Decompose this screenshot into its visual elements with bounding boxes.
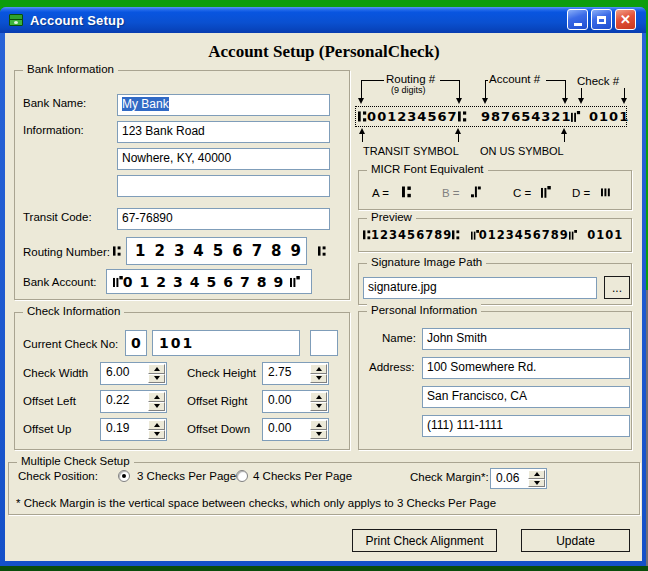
print-check-alignment-button[interactable]: Print Check Alignment	[352, 529, 497, 552]
transit-code-label: Transit Code:	[23, 211, 92, 223]
current-check-no-input[interactable]: 101	[152, 330, 300, 356]
page-title: Account Setup (PersonalCheck)	[0, 42, 648, 62]
content-layer: Account Setup (PersonalCheck) Bank Infor…	[0, 0, 648, 571]
down-arrow-button[interactable]	[148, 402, 165, 412]
transit-symbol-left-icon	[113, 246, 121, 256]
up-arrow-button[interactable]	[148, 392, 165, 402]
offset-up-spinner[interactable]: 0.19	[100, 418, 167, 441]
onus-symbol-caption: ON US SYMBOL	[480, 145, 564, 157]
check-margin-spinner[interactable]: 0.06	[490, 468, 547, 489]
micr-b-label: B =	[442, 187, 460, 199]
diagram-account-label: Account #	[489, 73, 540, 85]
micr-a-label: A =	[372, 187, 389, 199]
diagram-routing-label: Routing #	[386, 73, 435, 85]
address-line3-input[interactable]: (111) 111-1111	[422, 415, 630, 437]
check-margin-label: Check Margin*:	[410, 471, 489, 483]
offset-right-spinner[interactable]: 0.00	[262, 390, 329, 413]
check-margin-note: * Check Margin is the vertical space bet…	[16, 497, 496, 509]
offset-right-label: Offset Right	[187, 395, 248, 407]
down-arrow-button[interactable]	[310, 402, 327, 412]
offset-up-label: Offset Up	[23, 423, 71, 435]
check-height-spinner[interactable]: 2.75	[262, 362, 329, 385]
personal-information-label: Personal Information	[367, 304, 481, 316]
check-height-label: Check Height	[187, 367, 256, 379]
micr-sample-routing: 001234567	[358, 109, 467, 124]
name-input[interactable]: John Smith	[422, 328, 630, 350]
bank-name-label: Bank Name:	[23, 97, 86, 109]
micr-a-symbol	[402, 186, 412, 198]
browse-button[interactable]: ...	[604, 276, 630, 299]
micr-d-symbol	[601, 186, 611, 198]
bank-account-label: Bank Account:	[23, 276, 97, 288]
check-information-label: Check Information	[23, 305, 124, 317]
info-line3-input[interactable]	[117, 175, 330, 197]
address-label: Address:	[369, 361, 414, 373]
diagram-routing-sub: (9 digits)	[391, 85, 426, 95]
transit-code-input[interactable]: 67-76890	[117, 208, 330, 230]
down-arrow-button[interactable]	[148, 430, 165, 440]
micr-sample-account: 987654321	[481, 109, 581, 124]
option-4-checks-label: 4 Checks Per Page	[253, 470, 352, 482]
up-arrow-button[interactable]	[310, 364, 327, 374]
address-line1-input[interactable]: 100 Somewhere Rd.	[422, 357, 630, 379]
micr-c-label: C =	[513, 187, 531, 199]
up-arrow-button[interactable]	[148, 420, 165, 430]
transit-symbol-right-icon	[318, 246, 326, 256]
bank-name-input[interactable]: My Bank	[117, 94, 330, 116]
transit-symbol-caption: TRANSIT SYMBOL	[363, 145, 459, 157]
check-prefix-box[interactable]: 0	[125, 330, 147, 356]
micr-b-symbol	[471, 186, 481, 198]
preview-micr-line: 12345678901234567890101	[363, 228, 623, 242]
check-position-label: Check Position:	[18, 470, 98, 482]
routing-number-input[interactable]: 123456789	[126, 237, 307, 265]
bank-account-input[interactable]: 0123456789	[106, 269, 312, 294]
radio-4-checks[interactable]	[236, 470, 248, 482]
offset-down-label: Offset Down	[187, 423, 250, 435]
diagram-check-label: Check #	[577, 75, 619, 87]
up-arrow-button[interactable]	[310, 420, 327, 430]
down-arrow-button[interactable]	[310, 430, 327, 440]
micr-font-equivalent-group: MICR Font Equivalent	[358, 170, 632, 210]
micr-font-equivalent-label: MICR Font Equivalent	[367, 163, 488, 175]
name-label: Name:	[382, 332, 416, 344]
micr-d-label: D =	[572, 187, 590, 199]
preview-label: Preview	[367, 211, 416, 223]
offset-left-label: Offset Left	[23, 395, 76, 407]
update-button[interactable]: Update	[521, 529, 630, 552]
multiple-check-setup-label: Multiple Check Setup	[17, 455, 134, 467]
offset-left-spinner[interactable]: 0.22	[100, 390, 167, 413]
micr-sample-check: 0101	[589, 109, 629, 124]
signature-label: Signature Image Path	[367, 256, 486, 268]
bank-information-label: Bank Information	[23, 63, 118, 75]
info-line1-input[interactable]: 123 Bank Road	[117, 121, 330, 143]
down-arrow-button[interactable]	[310, 374, 327, 384]
address-line2-input[interactable]: San Francisco, CA	[422, 386, 630, 408]
up-arrow-button[interactable]	[148, 364, 165, 374]
down-arrow-button[interactable]	[528, 479, 545, 488]
offset-down-spinner[interactable]: 0.00	[262, 418, 329, 441]
up-arrow-button[interactable]	[310, 392, 327, 402]
desktop-strip	[0, 566, 648, 571]
information-label: Information:	[23, 124, 84, 136]
routing-number-label: Routing Number:	[23, 246, 110, 258]
micr-c-symbol	[541, 186, 551, 198]
check-suffix-box[interactable]	[310, 330, 338, 356]
check-width-spinner[interactable]: 6.00	[100, 362, 167, 385]
down-arrow-button[interactable]	[148, 374, 165, 384]
info-line2-input[interactable]: Nowhere, KY, 40000	[117, 148, 330, 170]
option-3-checks-label: 3 Checks Per Page	[137, 470, 236, 482]
radio-3-checks[interactable]	[118, 470, 130, 482]
current-check-no-label: Current Check No:	[23, 338, 118, 350]
up-arrow-button[interactable]	[528, 470, 545, 479]
check-width-label: Check Width	[23, 367, 88, 379]
signature-path-input[interactable]: signature.jpg	[363, 277, 597, 299]
